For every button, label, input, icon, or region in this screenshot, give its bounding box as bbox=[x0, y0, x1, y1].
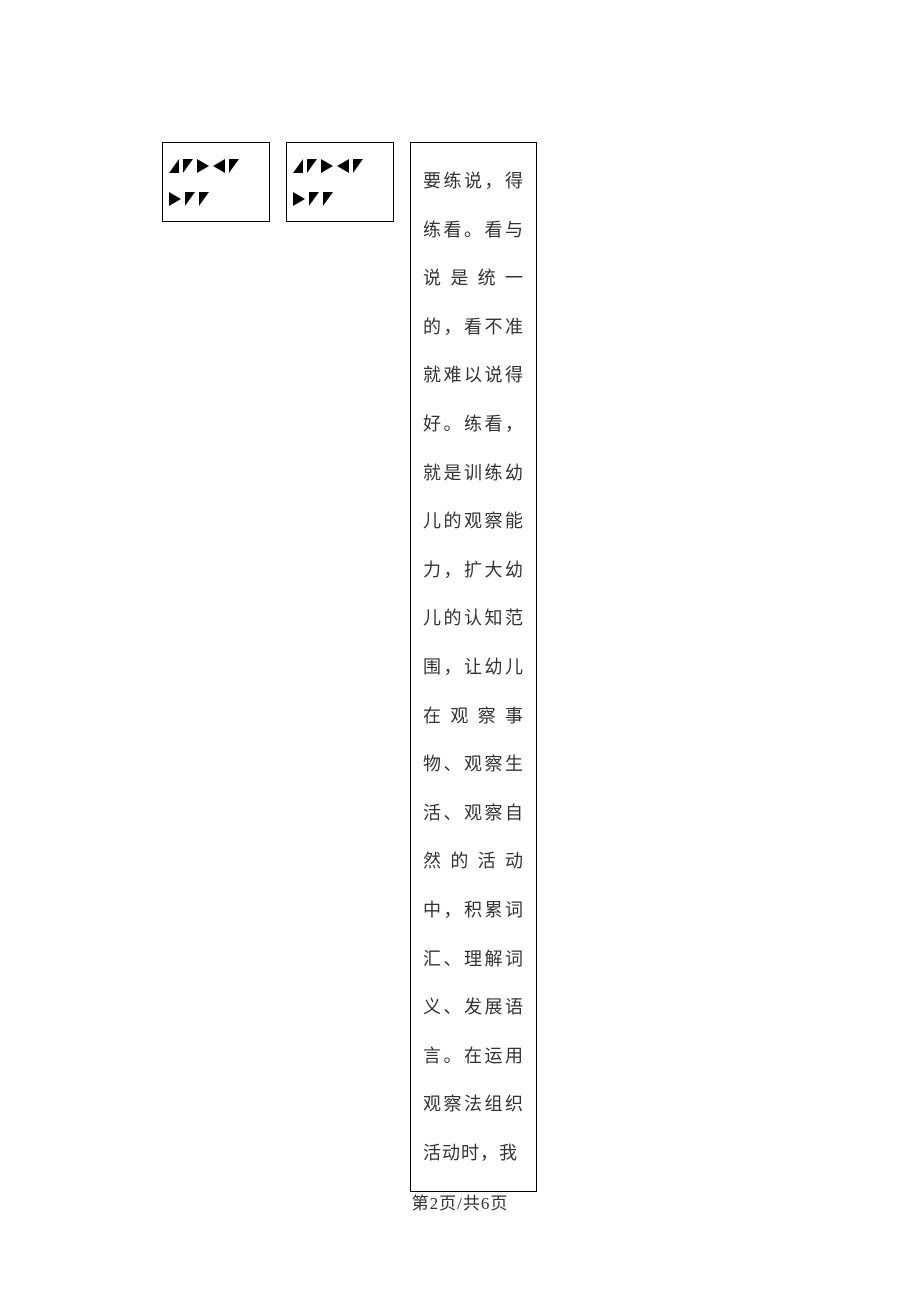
glyph-shape bbox=[185, 192, 195, 206]
glyph-shape bbox=[183, 159, 193, 173]
glyph-shape bbox=[169, 159, 179, 173]
glyph-row bbox=[293, 192, 387, 206]
glyph-shape bbox=[321, 159, 333, 173]
glyph-box-2 bbox=[286, 142, 394, 222]
glyph-shape bbox=[293, 192, 305, 206]
text-box: 要练说，得练看。看与说是统一的，看不准就难以说得好。练看，就是训练幼儿的观察能力… bbox=[410, 142, 537, 1192]
glyph-shape bbox=[197, 159, 209, 173]
glyph-shape bbox=[199, 192, 209, 206]
glyph-shape bbox=[309, 192, 319, 206]
glyph-shape bbox=[353, 159, 363, 173]
page-footer: 第2页/共6页 bbox=[0, 1189, 920, 1214]
glyph-shape bbox=[169, 192, 181, 206]
glyph-row bbox=[169, 159, 263, 173]
glyph-shape bbox=[293, 159, 303, 173]
glyph-shape bbox=[337, 159, 349, 173]
glyph-shape bbox=[307, 159, 317, 173]
page-content: 要练说，得练看。看与说是统一的，看不准就难以说得好。练看，就是训练幼儿的观察能力… bbox=[0, 0, 920, 1192]
glyph-row bbox=[293, 159, 387, 173]
glyph-box-1 bbox=[162, 142, 270, 222]
glyph-shape bbox=[323, 192, 333, 206]
glyph-shape bbox=[229, 159, 239, 173]
glyph-shape bbox=[213, 159, 225, 173]
glyph-row bbox=[169, 192, 263, 206]
